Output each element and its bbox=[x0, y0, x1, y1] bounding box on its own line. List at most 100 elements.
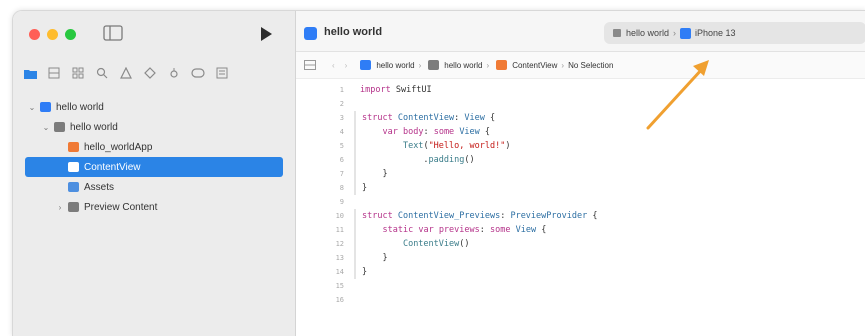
code-fold-gutter[interactable] bbox=[354, 139, 362, 153]
code-token: { bbox=[484, 113, 496, 123]
line-number: 3 bbox=[339, 114, 344, 122]
code-fold-gutter[interactable] bbox=[354, 111, 362, 125]
jump-bar: ‹ › hello world › hello world › ContentV… bbox=[296, 52, 865, 79]
navigator-selector-bar bbox=[23, 63, 293, 83]
symbol-icon[interactable] bbox=[71, 66, 85, 80]
code-line[interactable]: 8} bbox=[296, 181, 865, 195]
code-line[interactable]: 6 .padding() bbox=[296, 153, 865, 167]
code-token: some bbox=[490, 225, 511, 235]
forward-icon[interactable]: › bbox=[345, 61, 348, 70]
code-line[interactable]: 10 struct ContentView_Previews: PreviewPr… bbox=[296, 209, 865, 223]
back-icon[interactable]: ‹ bbox=[332, 61, 335, 70]
code-line[interactable]: 3 struct ContentView: View { bbox=[296, 111, 865, 125]
debug-icon[interactable] bbox=[167, 66, 181, 80]
code-line[interactable]: 16 bbox=[296, 293, 865, 307]
line-number: 11 bbox=[335, 226, 344, 234]
tree-item-group[interactable]: › Preview Content bbox=[13, 197, 295, 217]
line-number: 12 bbox=[335, 240, 344, 248]
crumb-selection[interactable]: No Selection bbox=[568, 61, 613, 70]
related-items-icon[interactable] bbox=[304, 60, 316, 70]
code-line[interactable]: 13 } bbox=[296, 251, 865, 265]
scheme-selector[interactable]: hello world › iPhone 13 bbox=[604, 22, 865, 44]
crumb-file[interactable]: ContentView bbox=[493, 60, 557, 70]
zoom-button[interactable] bbox=[65, 29, 76, 40]
code-fold-gutter[interactable] bbox=[354, 251, 362, 265]
tree-item-file[interactable]: hello_worldApp bbox=[13, 137, 295, 157]
code-fold-gutter[interactable] bbox=[354, 181, 362, 195]
chevron-right-icon[interactable]: › bbox=[55, 203, 65, 212]
breakpoint-icon[interactable] bbox=[191, 66, 205, 80]
code-line[interactable]: 15 bbox=[296, 279, 865, 293]
line-number: 4 bbox=[339, 128, 344, 136]
code-line[interactable]: 4 var body: some View { bbox=[296, 125, 865, 139]
code-fold-gutter[interactable] bbox=[354, 153, 362, 167]
test-icon[interactable] bbox=[143, 66, 157, 80]
code-line[interactable]: 5 Text("Hello, world!") bbox=[296, 139, 865, 153]
code-fold-gutter[interactable] bbox=[354, 97, 360, 111]
scheme-device[interactable]: iPhone 13 bbox=[695, 28, 736, 38]
editor-area: hello world hello world › iPhone 13 ‹ › … bbox=[296, 11, 865, 336]
tree-item-assets[interactable]: Assets bbox=[13, 177, 295, 197]
scheme-project[interactable]: hello world bbox=[626, 28, 669, 38]
code-token: : bbox=[454, 113, 465, 123]
find-icon[interactable] bbox=[95, 66, 109, 80]
code-line[interactable]: 12 ContentView() bbox=[296, 237, 865, 251]
code-line[interactable]: 11 static var previews: some View { bbox=[296, 223, 865, 237]
swift-file-icon bbox=[68, 142, 79, 152]
line-number: 1 bbox=[339, 86, 344, 94]
crumb-project[interactable]: hello world bbox=[357, 60, 415, 70]
code-fold-gutter[interactable] bbox=[354, 265, 362, 279]
code-line[interactable]: 1 import SwiftUI bbox=[296, 83, 865, 97]
code-fold-gutter[interactable] bbox=[354, 237, 362, 251]
code-line[interactable]: 9 bbox=[296, 195, 865, 209]
chevron-down-icon[interactable]: ⌄ bbox=[27, 103, 37, 112]
crumb-label: hello world bbox=[444, 60, 483, 70]
tree-item-group[interactable]: ⌄ hello world bbox=[13, 117, 295, 137]
report-icon[interactable] bbox=[215, 66, 229, 80]
code-token: : bbox=[423, 127, 434, 137]
source-editor[interactable]: 1 import SwiftUI 2 3 struct ContentView: Vie… bbox=[296, 83, 865, 307]
tree-item-project[interactable]: ⌄ hello world bbox=[13, 97, 295, 117]
tree-item-label: hello world bbox=[70, 121, 118, 133]
code-line[interactable]: 2 bbox=[296, 97, 865, 111]
line-number: 5 bbox=[339, 142, 344, 150]
folder-icon[interactable] bbox=[23, 66, 37, 80]
code-fold-gutter[interactable] bbox=[354, 279, 360, 293]
code-fold-gutter[interactable] bbox=[354, 293, 360, 307]
tree-item-label: Assets bbox=[84, 181, 115, 193]
screenshot-frame: ⌄ hello world ⌄ hello world hello_worldA… bbox=[0, 0, 865, 336]
code-line[interactable]: 14} bbox=[296, 265, 865, 279]
issue-icon[interactable] bbox=[119, 66, 133, 80]
folder-icon bbox=[68, 202, 79, 212]
line-number: 16 bbox=[335, 296, 344, 304]
line-number: 9 bbox=[339, 198, 344, 206]
tree-item-file-selected[interactable]: ContentView bbox=[25, 157, 283, 177]
chevron-down-icon[interactable]: ⌄ bbox=[41, 123, 51, 132]
code-token: import bbox=[360, 85, 391, 95]
run-icon[interactable] bbox=[259, 26, 273, 42]
project-icon bbox=[304, 27, 317, 40]
code-token: body bbox=[402, 127, 424, 137]
code-token: struct bbox=[362, 113, 393, 123]
code-text: struct ContentView_Previews: PreviewProv… bbox=[362, 211, 597, 221]
code-token: () bbox=[459, 239, 470, 249]
code-token: { bbox=[587, 211, 598, 221]
code-fold-gutter[interactable] bbox=[354, 209, 362, 223]
window-toolbar: hello world hello world › iPhone 13 bbox=[296, 11, 865, 52]
code-fold-gutter[interactable] bbox=[354, 125, 362, 139]
tree-item-label: hello_worldApp bbox=[84, 141, 153, 153]
code-token: } bbox=[362, 183, 368, 193]
code-text: Text("Hello, world!") bbox=[362, 141, 511, 151]
minimize-button[interactable] bbox=[47, 29, 58, 40]
code-token: : bbox=[479, 225, 491, 235]
scheme-icon bbox=[613, 29, 621, 37]
code-line[interactable]: 7 } bbox=[296, 167, 865, 181]
source-control-icon[interactable] bbox=[47, 66, 61, 80]
crumb-group[interactable]: hello world bbox=[425, 60, 483, 70]
close-button[interactable] bbox=[29, 29, 40, 40]
code-fold-gutter[interactable] bbox=[354, 195, 360, 209]
code-fold-gutter[interactable] bbox=[354, 223, 362, 237]
sidebar-toggle-icon[interactable] bbox=[103, 25, 123, 41]
code-fold-gutter[interactable] bbox=[354, 167, 362, 181]
